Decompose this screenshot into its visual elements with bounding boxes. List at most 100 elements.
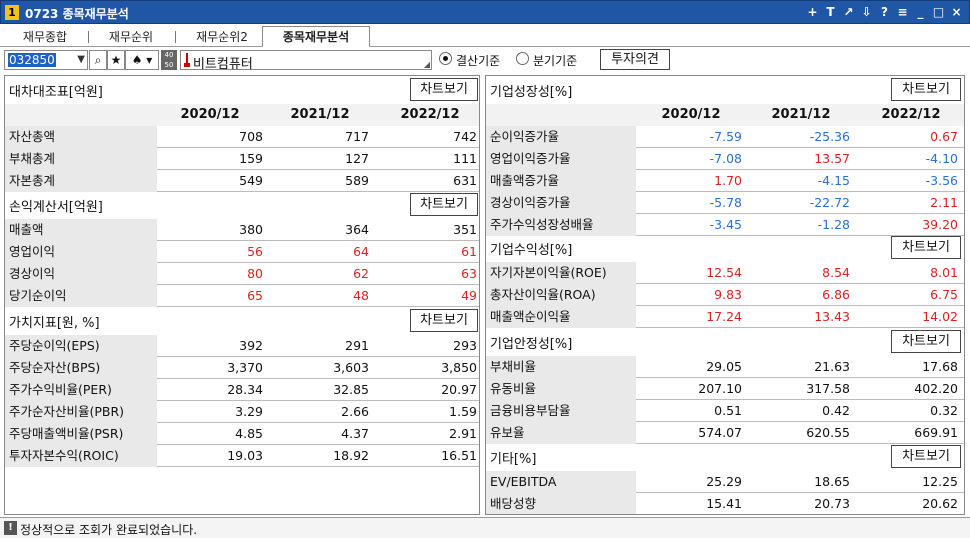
menu-icon[interactable]: ≡ (896, 4, 909, 20)
value-cell: 317.58 (806, 381, 850, 396)
value-cell: 19.03 (227, 448, 263, 463)
row-label: 배당성향 (486, 493, 636, 514)
table-row: 경상이익 80 62 63 (5, 263, 479, 285)
section-title-profit: 기업수익성[%] (490, 243, 573, 258)
value-cell: 65 (247, 288, 263, 303)
value-cell: 20.73 (814, 496, 850, 511)
table-row: 주당순이익(EPS) 392 291 293 (5, 335, 479, 357)
section-title-stability: 기업안정성[%] (490, 337, 573, 352)
investment-opinion-button[interactable]: 투자의견 (600, 49, 670, 70)
value-cell: 12.54 (706, 265, 742, 280)
value-cell: 2.91 (449, 426, 477, 441)
value-cell: 3,370 (227, 360, 263, 375)
tool-40-50-icon[interactable]: 40 50 (161, 50, 177, 70)
year-header: 2022/12 (400, 107, 460, 122)
value-cell: 56 (247, 244, 263, 259)
download-icon[interactable]: ⇩ (860, 4, 873, 20)
section-title-growth: 기업성장성[%] (490, 85, 573, 100)
chart-view-button[interactable]: 차트보기 (891, 78, 961, 101)
link-icon[interactable]: ↗ (842, 4, 855, 20)
value-cell: 111 (453, 151, 477, 166)
chart-view-button[interactable]: 차트보기 (410, 193, 478, 216)
value-cell: 0.67 (930, 129, 958, 144)
value-cell: 15.41 (706, 496, 742, 511)
spade-menu-icon[interactable]: ♠ ▾ (125, 50, 159, 70)
text-icon[interactable]: T (824, 4, 837, 20)
value-cell: 20.97 (441, 382, 477, 397)
table-row: 순이익증가율 -7.59 -25.36 0.67 (486, 126, 964, 148)
section-title-value: 가치지표[원, %] (9, 316, 100, 331)
row-label: 자본총계 (5, 170, 157, 192)
help-icon[interactable]: ? (878, 4, 891, 20)
year-header: 2020/12 (661, 107, 721, 122)
close-icon[interactable]: × (950, 4, 963, 20)
value-cell: 364 (345, 222, 369, 237)
value-cell: 17.24 (706, 309, 742, 324)
value-cell: 20.62 (922, 496, 958, 511)
chart-view-button[interactable]: 차트보기 (410, 78, 478, 101)
add-icon[interactable]: + (806, 4, 819, 20)
value-cell: 8.01 (930, 265, 958, 280)
window-controls: + T ↗ ⇩ ? ≡ _ □ × (806, 4, 963, 20)
maximize-icon[interactable]: □ (932, 4, 945, 20)
stock-name-field[interactable]: 비트컴퓨터 ◢ (180, 50, 432, 72)
row-label: 매출액증가율 (486, 170, 636, 192)
table-row: 유보율 574.07 620.55 669.91 (486, 422, 964, 444)
row-label: 투자자본수익(ROIC) (5, 445, 157, 467)
table-row: 투자자본수익(ROIC) 19.03 18.92 16.51 (5, 445, 479, 467)
value-cell: 32.85 (333, 382, 369, 397)
tab-financial-rank-2[interactable]: 재무순위2 (183, 28, 261, 46)
radio-quarterly[interactable] (516, 52, 529, 65)
value-cell: 549 (239, 173, 263, 188)
value-cell: 28.34 (227, 382, 263, 397)
value-cell: -22.72 (809, 195, 850, 210)
section-title-income: 손익계산서[억원] (9, 200, 103, 215)
chart-view-button[interactable]: 차트보기 (891, 330, 961, 353)
chart-view-button[interactable]: 차트보기 (410, 309, 478, 332)
row-label: 총자산이익율(ROA) (486, 284, 636, 306)
stock-name: 비트컴퓨터 (193, 57, 253, 72)
radio-annual[interactable] (439, 52, 452, 65)
row-label: 경상이익 (5, 263, 157, 285)
value-cell: -7.08 (709, 151, 742, 166)
value-cell: 39.20 (922, 217, 958, 232)
value-cell: -4.15 (817, 173, 850, 188)
search-icon[interactable]: ⌕ (89, 50, 107, 70)
row-label: 주당순이익(EPS) (5, 335, 157, 357)
row-label: 영업이익증가율 (486, 148, 636, 170)
value-cell: 3,850 (441, 360, 477, 375)
value-cell: 14.02 (922, 309, 958, 324)
value-cell: 4.85 (235, 426, 263, 441)
stock-code-input[interactable]: 032850 ▼ (4, 50, 88, 70)
window-number: 1 (5, 5, 19, 20)
status-message: 정상적으로 조회가 완료되었습니다. (20, 523, 198, 537)
left-panel: 대차대조표[억원] 차트보기 2020/12 2021/12 2022/12 손… (4, 75, 480, 515)
value-cell: 669.91 (914, 425, 958, 440)
chart-view-button[interactable]: 차트보기 (891, 445, 961, 468)
row-label: 부채총계 (5, 148, 157, 170)
radio-quarterly-label[interactable]: 분기기준 (533, 52, 577, 69)
value-cell: 64 (353, 244, 369, 259)
table-row: 총자산이익율(ROA) 9.83 6.86 6.75 (486, 284, 964, 306)
value-cell: 3,603 (333, 360, 369, 375)
tab-stock-financial-analysis[interactable]: 종목재무분석 (262, 26, 370, 47)
table-row: 주가수익비율(PER) 28.34 32.85 20.97 (5, 379, 479, 401)
radio-annual-label[interactable]: 결산기준 (456, 52, 500, 69)
table-row: 매출액 380 364 351 (5, 219, 479, 241)
table-row: 당기순이익 65 48 49 (5, 285, 479, 307)
row-label: 주당순자산(BPS) (5, 357, 157, 379)
minimize-icon[interactable]: _ (914, 4, 927, 20)
tab-financial-rank[interactable]: 재무순위 (96, 28, 166, 46)
star-icon[interactable]: ★ (107, 50, 125, 70)
row-label: 유동비율 (486, 378, 636, 400)
value-cell: 159 (239, 151, 263, 166)
stock-code-value[interactable]: 032850 (8, 53, 56, 67)
section-title-balance: 대차대조표[억원] (9, 85, 103, 100)
value-cell: 291 (345, 338, 369, 353)
chart-view-button[interactable]: 차트보기 (891, 236, 961, 259)
chevron-down-icon[interactable]: ▼ (77, 54, 85, 65)
table-row: 영업이익 56 64 61 (5, 241, 479, 263)
value-cell: -4.10 (925, 151, 958, 166)
status-bar: ! 정상적으로 조회가 완료되었습니다. (0, 517, 970, 538)
tab-financial-summary[interactable]: 재무종합 (10, 28, 80, 46)
